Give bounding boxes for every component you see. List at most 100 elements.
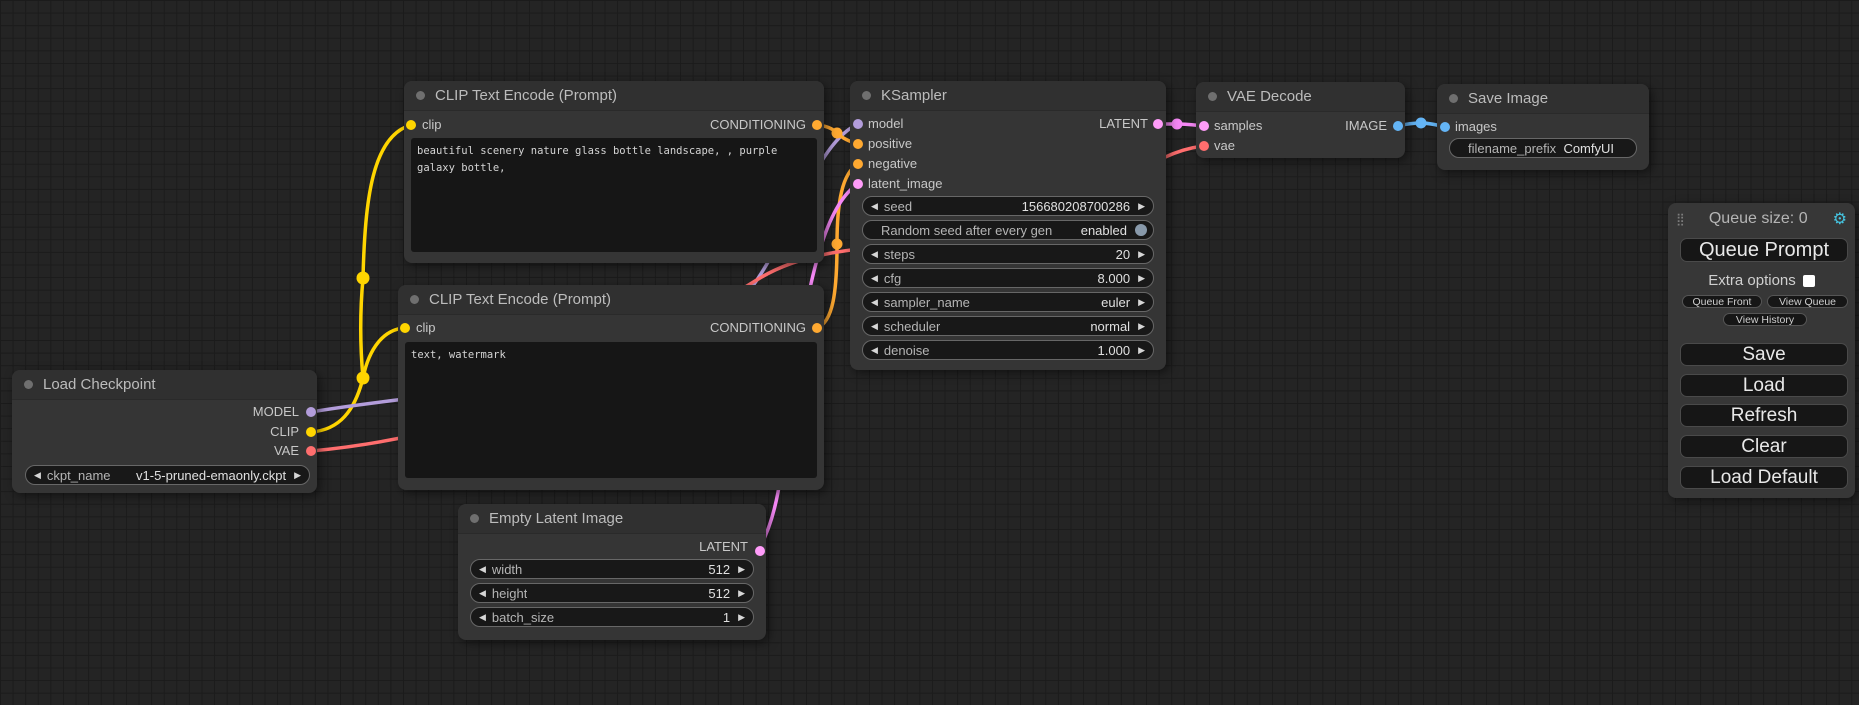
conditioning-output-port[interactable] [812,120,822,130]
filename-prefix-widget[interactable]: filename_prefix ComfyUI [1449,138,1637,158]
queue-front-button[interactable]: Queue Front [1682,295,1762,308]
save-button[interactable]: Save [1680,343,1848,366]
decrement-arrow-icon[interactable]: ◀ [871,317,878,335]
denoise-widget[interactable]: ◀ denoise 1.000 ▶ [862,340,1154,360]
decrement-arrow-icon[interactable]: ◀ [871,245,878,263]
node-clip-text-encode-1[interactable]: CLIP Text Encode (Prompt) clip CONDITION… [404,81,824,263]
latent-output-port[interactable] [1153,119,1163,129]
increment-arrow-icon[interactable]: ▶ [738,560,745,578]
increment-arrow-icon[interactable]: ▶ [1138,341,1145,359]
reroute-dot-clip-lower[interactable] [357,372,370,385]
input-label-positive: positive [868,136,912,152]
random-seed-toggle-widget[interactable]: Random seed after every gen enabled [862,220,1154,240]
decrement-arrow-icon[interactable]: ◀ [871,269,878,287]
cfg-widget[interactable]: ◀ cfg 8.000 ▶ [862,268,1154,288]
decrement-arrow-icon[interactable]: ◀ [479,560,486,578]
widget-label: Random seed after every gen [881,223,1052,238]
reroute-dot-latent[interactable] [1172,119,1183,130]
output-label-conditioning: CONDITIONING [710,320,806,336]
latent-image-input-port[interactable] [853,179,863,189]
toggle-on-icon[interactable] [1135,224,1147,236]
clear-button[interactable]: Clear [1680,435,1848,458]
input-label-images: images [1455,119,1497,135]
output-label-clip: CLIP [270,424,299,440]
vae-input-port[interactable] [1199,141,1209,151]
widget-label: sampler_name [884,295,970,310]
increment-arrow-icon[interactable]: ▶ [1138,293,1145,311]
extra-options-checkbox[interactable] [1803,275,1815,287]
increment-arrow-icon[interactable]: ▶ [1138,269,1145,287]
negative-input-port[interactable] [853,159,863,169]
node-ksampler[interactable]: KSampler model positive negative latent_… [850,81,1166,370]
node-title: Load Checkpoint [43,376,156,393]
node-save-image[interactable]: Save Image images filename_prefix ComfyU… [1437,84,1649,170]
wire-clip-reroute-vertical [361,278,363,378]
node-graph-canvas[interactable]: Load Checkpoint MODEL CLIP VAE ◀ ckpt_na… [0,0,1859,705]
model-input-port[interactable] [853,119,863,129]
refresh-button[interactable]: Refresh [1680,404,1848,427]
image-output-port[interactable] [1393,121,1403,131]
decrement-arrow-icon[interactable]: ◀ [479,608,486,626]
drag-handle-icon[interactable]: ⣿ [1676,212,1684,226]
steps-widget[interactable]: ◀ steps 20 ▶ [862,244,1154,264]
decrement-arrow-icon[interactable]: ◀ [479,584,486,602]
increment-arrow-icon[interactable]: ▶ [294,466,301,484]
node-clip-text-encode-2[interactable]: CLIP Text Encode (Prompt) clip CONDITION… [398,285,824,490]
input-label-vae: vae [1214,138,1235,154]
decrement-arrow-icon[interactable]: ◀ [34,466,41,484]
view-history-button[interactable]: View History [1723,313,1807,326]
input-label-samples: samples [1214,118,1262,134]
conditioning-output-port[interactable] [812,323,822,333]
images-input-port[interactable] [1440,122,1450,132]
increment-arrow-icon[interactable]: ▶ [1138,197,1145,215]
sampler-name-widget[interactable]: ◀ sampler_name euler ▶ [862,292,1154,312]
gear-icon[interactable]: ⚙ [1833,209,1847,229]
widget-label: height [492,586,527,601]
samples-input-port[interactable] [1199,121,1209,131]
widget-label: cfg [884,271,901,286]
load-button[interactable]: Load [1680,374,1848,397]
reroute-dot-positive[interactable] [832,128,843,139]
seed-widget[interactable]: ◀ seed 156680208700286 ▶ [862,196,1154,216]
input-label-latent-image: latent_image [868,176,942,192]
node-load-checkpoint[interactable]: Load Checkpoint MODEL CLIP VAE ◀ ckpt_na… [12,370,317,493]
increment-arrow-icon[interactable]: ▶ [738,608,745,626]
reroute-dot-image[interactable] [1416,118,1427,129]
decrement-arrow-icon[interactable]: ◀ [871,197,878,215]
increment-arrow-icon[interactable]: ▶ [738,584,745,602]
load-default-button[interactable]: Load Default [1680,466,1848,489]
positive-input-port[interactable] [853,139,863,149]
widget-value: normal [1090,319,1130,334]
width-widget[interactable]: ◀ width 512 ▶ [470,559,754,579]
reroute-dot-negative[interactable] [832,239,843,250]
prompt-textarea[interactable]: beautiful scenery nature glass bottle la… [411,138,817,252]
ckpt-name-widget[interactable]: ◀ ckpt_name v1-5-pruned-emaonly.ckpt ▶ [25,465,310,485]
increment-arrow-icon[interactable]: ▶ [1138,245,1145,263]
increment-arrow-icon[interactable]: ▶ [1138,317,1145,335]
queue-size-label: Queue size: 0 [1684,210,1833,228]
widget-value: 8.000 [1098,271,1131,286]
queue-panel[interactable]: ⣿ Queue size: 0 ⚙ Queue Prompt Extra opt… [1668,203,1855,498]
decrement-arrow-icon[interactable]: ◀ [871,341,878,359]
latent-output-port[interactable] [755,546,765,556]
decrement-arrow-icon[interactable]: ◀ [871,293,878,311]
reroute-dot-clip-upper[interactable] [357,272,370,285]
node-title: Save Image [1468,90,1548,107]
view-queue-button[interactable]: View Queue [1767,295,1848,308]
model-output-port[interactable] [306,407,316,417]
height-widget[interactable]: ◀ height 512 ▶ [470,583,754,603]
widget-value: v1-5-pruned-emaonly.ckpt [136,468,286,483]
node-vae-decode[interactable]: VAE Decode samples vae IMAGE [1196,82,1405,158]
node-empty-latent-image[interactable]: Empty Latent Image LATENT ◀ width 512 ▶ … [458,504,766,640]
queue-prompt-button[interactable]: Queue Prompt [1680,238,1848,262]
prompt-textarea[interactable]: text, watermark [405,342,817,478]
clip-input-port[interactable] [400,323,410,333]
vae-output-port[interactable] [306,446,316,456]
clip-output-port[interactable] [306,427,316,437]
batch-size-widget[interactable]: ◀ batch_size 1 ▶ [470,607,754,627]
clip-input-port[interactable] [406,120,416,130]
node-title: CLIP Text Encode (Prompt) [429,291,611,308]
widget-value: 156680208700286 [1022,199,1130,214]
scheduler-widget[interactable]: ◀ scheduler normal ▶ [862,316,1154,336]
widget-value: 512 [708,586,730,601]
